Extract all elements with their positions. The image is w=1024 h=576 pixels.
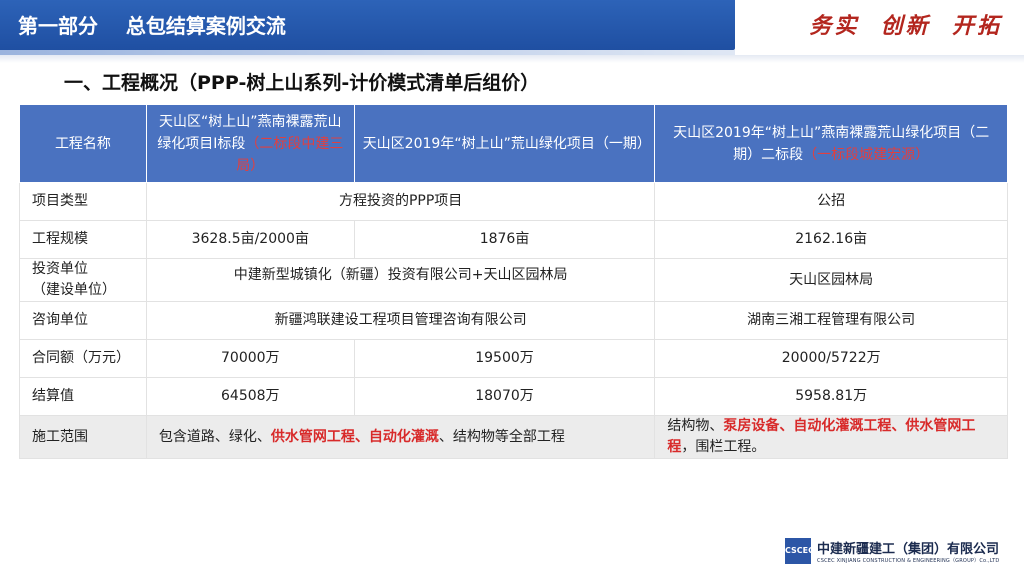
- scope-12-pre: 包含道路、绿化、: [158, 428, 271, 445]
- cell-contract-3: 20000/5722万: [654, 339, 1008, 378]
- header-band: 第一部分 总包结算案例交流: [0, 0, 735, 55]
- row-label-type: 项目类型: [19, 182, 147, 221]
- cell-settle-2: 18070万: [353, 377, 656, 416]
- slogan: 务实 创新 开拓: [809, 13, 1002, 39]
- company-name-cn: 中建新疆建工（集团）有限公司: [817, 542, 1000, 557]
- scope-3-post: ，围栏工程。: [681, 439, 766, 455]
- cell-settle-1: 64508万: [145, 377, 355, 416]
- table-row: 项目类型 方程投资的PPP项目 公招: [19, 182, 1008, 221]
- page-title: 第一部分 总包结算案例交流: [18, 14, 286, 38]
- table-row: 咨询单位 新疆鸿联建设工程项目管理咨询有限公司 湖南三湘工程管理有限公司: [19, 301, 1008, 340]
- cell-investor-3: 天山区园林局: [654, 258, 1008, 302]
- scope-12-post: 、结构物等全部工程: [438, 428, 565, 445]
- header-project-1: 天山区“树上山”燕南裸露荒山绿化项目Ⅰ标段（二标段中建三局）: [145, 104, 355, 183]
- header-project-3-note: （一标段城建宏源）: [803, 146, 930, 163]
- table-row: 投资单位 （建设单位） 中建新型城镇化（新疆）投资有限公司+天山区园林局 天山区…: [19, 258, 1008, 302]
- cell-scope-12: 包含道路、绿化、供水管网工程、自动化灌溉、结构物等全部工程: [145, 415, 656, 459]
- row-label-settle: 结算值: [19, 377, 147, 416]
- cell-consult-12: 新疆鸿联建设工程项目管理咨询有限公司: [145, 301, 656, 340]
- row-label-scale: 工程规模: [19, 220, 147, 259]
- row-label-investor-line2: （建设单位）: [32, 282, 116, 298]
- row-label-investor: 投资单位 （建设单位）: [19, 258, 147, 302]
- table-row: 工程规模 3628.5亩/2000亩 1876亩 2162.16亩: [19, 220, 1008, 259]
- cell-contract-1: 70000万: [145, 339, 355, 378]
- row-label-contract: 合同额（万元）: [19, 339, 147, 378]
- project-overview-table: 工程名称 天山区“树上山”燕南裸露荒山绿化项目Ⅰ标段（二标段中建三局） 天山区2…: [19, 104, 1008, 459]
- table-row: 施工范围 包含道路、绿化、供水管网工程、自动化灌溉、结构物等全部工程 结构物、泵…: [19, 415, 1008, 459]
- cell-contract-2: 19500万: [353, 339, 656, 378]
- header-shadow: [0, 55, 1024, 63]
- header-project-2: 天山区2019年“树上山”荒山绿化项目（一期）: [353, 104, 656, 183]
- row-label-scope: 施工范围: [19, 415, 147, 459]
- row-label-investor-line1: 投资单位: [32, 261, 88, 277]
- company-logo: CSCEC 中建新疆建工（集团）有限公司 CSCEC XINJIANG CONS…: [785, 536, 1015, 570]
- table-row: 结算值 64508万 18070万 5958.81万: [19, 377, 1008, 416]
- scope-12-highlight: 供水管网工程、自动化灌溉: [270, 428, 439, 445]
- cell-settle-3: 5958.81万: [654, 377, 1008, 416]
- table-header-row: 工程名称 天山区“树上山”燕南裸露荒山绿化项目Ⅰ标段（二标段中建三局） 天山区2…: [19, 104, 1008, 183]
- cell-consult-3: 湖南三湘工程管理有限公司: [654, 301, 1008, 340]
- company-name-en: CSCEC XINJIANG CONSTRUCTION & ENGINEERIN…: [817, 558, 1000, 564]
- cell-scale-1: 3628.5亩/2000亩: [145, 220, 355, 259]
- scope-3-pre: 结构物、: [667, 418, 724, 434]
- header-slogan-area: 务实 创新 开拓: [735, 0, 1024, 50]
- cell-type-public: 公招: [654, 182, 1008, 221]
- table-row: 合同额（万元） 70000万 19500万 20000/5722万: [19, 339, 1008, 378]
- cell-scale-2: 1876亩: [353, 220, 656, 259]
- section-heading: 一、工程概况（PPP-树上山系列-计价模式清单后组价）: [64, 72, 540, 94]
- cell-investor-12: 中建新型城镇化（新疆）投资有限公司+天山区园林局: [145, 258, 656, 302]
- cell-scale-3: 2162.16亩: [654, 220, 1008, 259]
- cell-type-ppp: 方程投资的PPP项目: [145, 182, 656, 221]
- header-project-name: 工程名称: [19, 104, 147, 183]
- row-label-consult: 咨询单位: [19, 301, 147, 340]
- header-project-3: 天山区2019年“树上山”燕南裸露荒山绿化项目（二期）二标段（一标段城建宏源）: [654, 104, 1008, 183]
- header-project-1-note: （二标段中建三局）: [236, 135, 344, 174]
- cscec-logo-icon: CSCEC: [785, 538, 814, 564]
- cell-scope-3: 结构物、泵房设备、自动化灌溉工程、供水管网工程，围栏工程。: [654, 415, 1008, 459]
